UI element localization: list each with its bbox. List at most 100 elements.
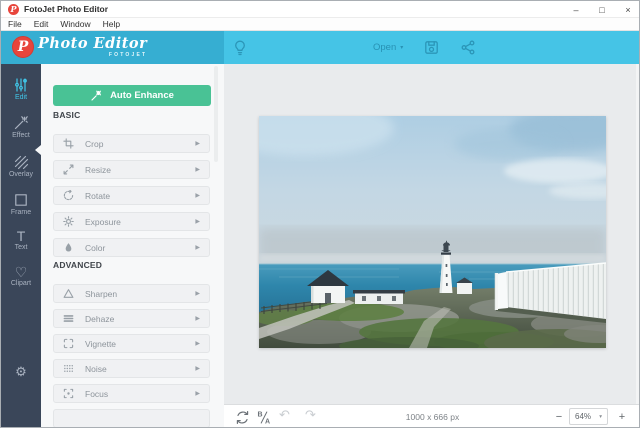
- chevron-right-icon: ▶: [195, 366, 200, 372]
- menu-help[interactable]: Help: [97, 19, 126, 29]
- canvas-scrollbar[interactable]: [636, 64, 639, 404]
- diagonal-hatch-icon: [14, 155, 29, 170]
- tool-clipped[interactable]: [53, 409, 210, 427]
- rotate-icon: [63, 190, 74, 201]
- sidebar-item-overlay[interactable]: Overlay: [1, 154, 41, 178]
- save-icon[interactable]: [424, 40, 439, 55]
- menu-window[interactable]: Window: [54, 19, 96, 29]
- tool-vignette[interactable]: Vignette ▶: [53, 334, 210, 353]
- tool-exposure[interactable]: Exposure ▶: [53, 212, 210, 231]
- zoom-in-button[interactable]: +: [615, 409, 629, 425]
- text-icon: T: [16, 228, 26, 244]
- app-header: P Photo Editor FOTOJET Open ▾: [1, 31, 639, 64]
- chevron-right-icon: ▶: [195, 245, 200, 251]
- logo-section: P Photo Editor FOTOJET: [1, 31, 224, 64]
- sidebar-item-effect[interactable]: Effect: [1, 115, 41, 139]
- dehaze-lines-icon: [63, 315, 74, 322]
- image-dimensions: 1000 x 666 px: [405, 412, 460, 422]
- tool-focus[interactable]: Focus ▶: [53, 384, 210, 403]
- sidebar-label: Text: [14, 244, 28, 251]
- vignette-frame-icon: [63, 338, 74, 349]
- tool-rotate[interactable]: Rotate ▶: [53, 186, 210, 205]
- lighthouse-photo: [259, 116, 606, 348]
- tool-label: Exposure: [85, 216, 121, 227]
- zoom-level-dropdown[interactable]: 64% ▾: [569, 408, 608, 425]
- tools-sidebar: Edit Effect Overlay Frame T Text ♡ Clipa…: [1, 64, 41, 427]
- tool-dehaze[interactable]: Dehaze ▶: [53, 309, 210, 328]
- tool-label: Rotate: [85, 190, 111, 201]
- focus-target-icon: [63, 388, 74, 399]
- chevron-right-icon: ▶: [195, 167, 200, 173]
- tool-color[interactable]: Color ▶: [53, 238, 210, 257]
- sidebar-label: Edit: [14, 94, 28, 101]
- chevron-right-icon: ▶: [195, 391, 200, 397]
- caret-down-icon: ▾: [599, 413, 602, 420]
- magic-wand-icon: [14, 116, 28, 130]
- sidebar-item-clipart[interactable]: ♡ Clipart: [1, 264, 41, 288]
- tool-label: Dehaze: [85, 313, 115, 324]
- menu-edit[interactable]: Edit: [28, 19, 55, 29]
- maximize-button[interactable]: □: [589, 1, 615, 18]
- editing-canvas: [224, 64, 639, 404]
- panel-scrollbar[interactable]: [214, 66, 218, 162]
- tool-label: Noise: [85, 363, 107, 374]
- tool-label: Vignette: [85, 338, 117, 349]
- exposure-sun-icon: [63, 216, 74, 227]
- close-button[interactable]: ×: [615, 1, 639, 18]
- chevron-right-icon: ▶: [195, 341, 200, 347]
- frame-icon: [15, 194, 27, 206]
- section-basic: BASIC: [53, 110, 81, 120]
- color-droplet-icon: [65, 243, 72, 252]
- svg-text:B: B: [258, 412, 263, 419]
- settings-gear-icon[interactable]: ⚙: [1, 364, 41, 380]
- chevron-right-icon: ▶: [195, 141, 200, 147]
- redo-icon[interactable]: ↷: [305, 407, 316, 423]
- tool-label: Focus: [85, 388, 109, 399]
- open-dropdown[interactable]: Open ▾: [373, 31, 403, 64]
- tool-label: Sharpen: [85, 288, 118, 299]
- share-icon[interactable]: [461, 40, 475, 55]
- sidebar-item-edit[interactable]: Edit: [1, 77, 41, 101]
- tool-label: Color: [85, 242, 106, 253]
- zoom-value: 64%: [575, 412, 592, 421]
- app-icon: P: [8, 3, 19, 15]
- tool-label: Resize: [85, 164, 111, 175]
- tool-noise[interactable]: Noise ▶: [53, 359, 210, 378]
- sliders-icon: [15, 78, 27, 92]
- noise-dots-icon: [64, 365, 73, 372]
- menu-file[interactable]: File: [1, 19, 28, 29]
- minimize-button[interactable]: –: [563, 1, 589, 18]
- sidebar-label: Effect: [12, 132, 30, 139]
- app-window: P FotoJet Photo Editor – □ × File Edit W…: [0, 0, 640, 428]
- resize-icon: [63, 164, 74, 175]
- zoom-out-button[interactable]: −: [552, 409, 566, 425]
- compare-refresh-icon[interactable]: [235, 410, 250, 425]
- fotojet-logo-icon: P: [12, 36, 34, 58]
- tool-sharpen[interactable]: Sharpen ▶: [53, 284, 210, 303]
- tool-label: Crop: [85, 138, 104, 149]
- chevron-right-icon: ▶: [195, 316, 200, 322]
- before-after-icon[interactable]: B A: [257, 410, 271, 425]
- sidebar-item-text[interactable]: T Text: [1, 228, 41, 252]
- sidebar-item-frame[interactable]: Frame: [1, 192, 41, 216]
- section-advanced: ADVANCED: [53, 260, 103, 270]
- heart-icon: ♡: [14, 264, 28, 280]
- logo-subtitle: FOTOJET: [108, 52, 148, 58]
- title-bar: P FotoJet Photo Editor – □ ×: [1, 1, 639, 18]
- sidebar-label: Frame: [10, 209, 32, 216]
- enhance-wand-icon: [91, 90, 102, 101]
- menu-bar: File Edit Window Help: [1, 18, 639, 31]
- tool-resize[interactable]: Resize ▶: [53, 160, 210, 179]
- auto-enhance-button[interactable]: Auto Enhance: [53, 85, 211, 106]
- tool-crop[interactable]: Crop ▶: [53, 134, 210, 153]
- sidebar-label: Clipart: [10, 280, 32, 287]
- tips-lightbulb-icon[interactable]: [232, 39, 248, 57]
- svg-text:A: A: [265, 419, 270, 426]
- chevron-right-icon: ▶: [195, 193, 200, 199]
- logo-title: Photo Editor: [38, 35, 148, 52]
- fotojet-logo: P Photo Editor FOTOJET: [12, 36, 147, 58]
- auto-enhance-label: Auto Enhance: [110, 90, 174, 101]
- status-bar: B A ↶ ↷ 1000 x 666 px − 64% ▾ +: [224, 404, 639, 427]
- undo-icon[interactable]: ↶: [279, 407, 290, 423]
- chevron-right-icon: ▶: [195, 291, 200, 297]
